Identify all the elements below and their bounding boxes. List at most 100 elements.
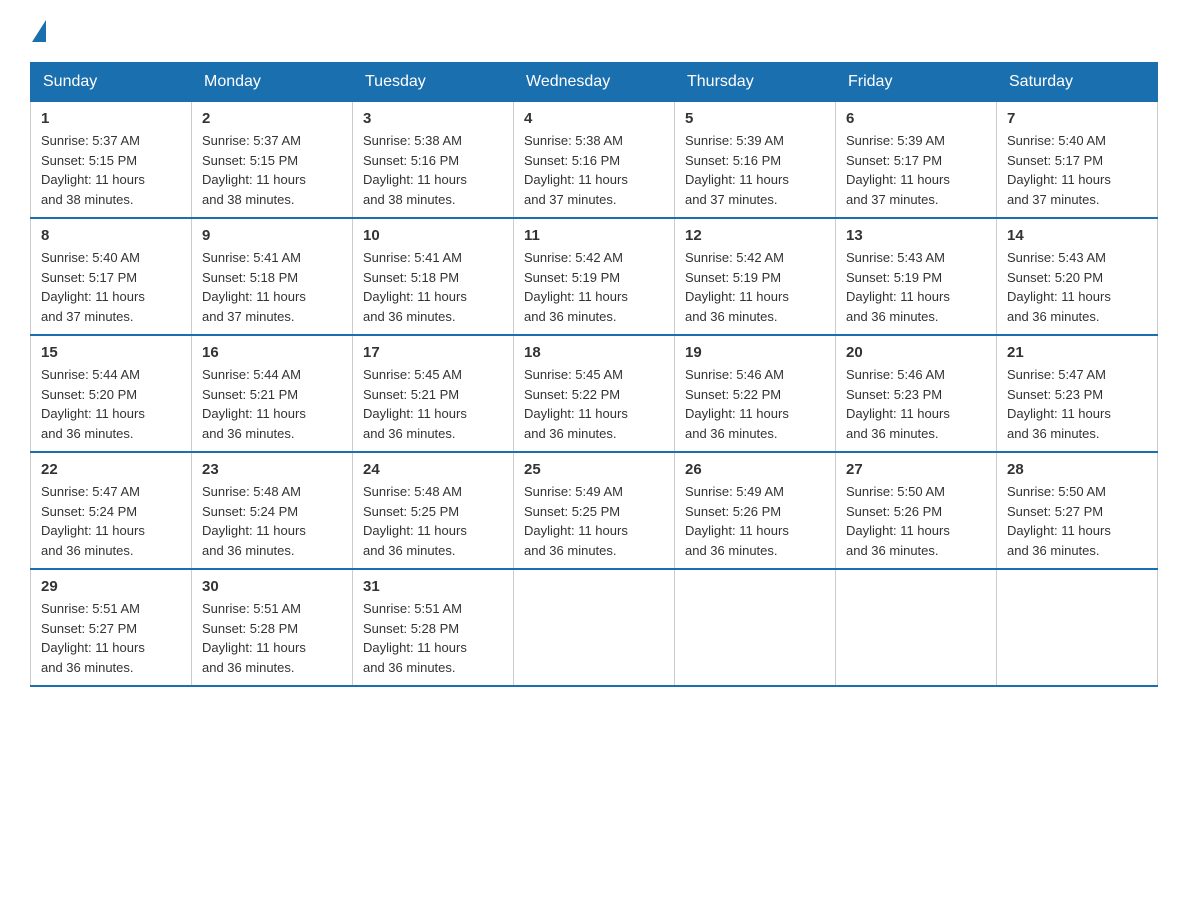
day-number: 10 xyxy=(363,227,503,244)
calendar-header-row: SundayMondayTuesdayWednesdayThursdayFrid… xyxy=(31,63,1158,102)
calendar-cell: 3 Sunrise: 5:38 AMSunset: 5:16 PMDaylight… xyxy=(353,102,514,219)
calendar-cell: 9 Sunrise: 5:41 AMSunset: 5:18 PMDaylight… xyxy=(192,218,353,335)
day-number: 17 xyxy=(363,344,503,361)
day-number: 2 xyxy=(202,110,342,127)
day-info: Sunrise: 5:40 AMSunset: 5:17 PMDaylight:… xyxy=(41,248,181,326)
day-info: Sunrise: 5:51 AMSunset: 5:27 PMDaylight:… xyxy=(41,599,181,677)
day-number: 19 xyxy=(685,344,825,361)
calendar-cell xyxy=(675,569,836,686)
day-info: Sunrise: 5:45 AMSunset: 5:21 PMDaylight:… xyxy=(363,365,503,443)
day-info: Sunrise: 5:51 AMSunset: 5:28 PMDaylight:… xyxy=(363,599,503,677)
day-info: Sunrise: 5:48 AMSunset: 5:25 PMDaylight:… xyxy=(363,482,503,560)
calendar-cell: 10 Sunrise: 5:41 AMSunset: 5:18 PMDayligh… xyxy=(353,218,514,335)
day-number: 22 xyxy=(41,461,181,478)
day-info: Sunrise: 5:37 AMSunset: 5:15 PMDaylight:… xyxy=(202,131,342,209)
day-number: 8 xyxy=(41,227,181,244)
day-number: 5 xyxy=(685,110,825,127)
column-header-tuesday: Tuesday xyxy=(353,63,514,102)
day-info: Sunrise: 5:42 AMSunset: 5:19 PMDaylight:… xyxy=(524,248,664,326)
calendar-cell xyxy=(836,569,997,686)
calendar-cell: 29 Sunrise: 5:51 AMSunset: 5:27 PMDayligh… xyxy=(31,569,192,686)
calendar-cell: 22 Sunrise: 5:47 AMSunset: 5:24 PMDayligh… xyxy=(31,452,192,569)
column-header-saturday: Saturday xyxy=(997,63,1158,102)
calendar-week-2: 8 Sunrise: 5:40 AMSunset: 5:17 PMDaylight… xyxy=(31,218,1158,335)
day-info: Sunrise: 5:49 AMSunset: 5:26 PMDaylight:… xyxy=(685,482,825,560)
calendar-cell: 5Sunrise: 5:39 AMSunset: 5:16 PMDaylight… xyxy=(675,102,836,219)
day-info: Sunrise: 5:45 AMSunset: 5:22 PMDaylight:… xyxy=(524,365,664,443)
calendar-cell: 15 Sunrise: 5:44 AMSunset: 5:20 PMDayligh… xyxy=(31,335,192,452)
day-number: 1 xyxy=(41,110,181,127)
day-info: Sunrise: 5:38 AMSunset: 5:16 PMDaylight:… xyxy=(363,131,503,209)
column-header-thursday: Thursday xyxy=(675,63,836,102)
day-info: Sunrise: 5:43 AMSunset: 5:19 PMDaylight:… xyxy=(846,248,986,326)
column-header-friday: Friday xyxy=(836,63,997,102)
calendar-cell: 30 Sunrise: 5:51 AMSunset: 5:28 PMDayligh… xyxy=(192,569,353,686)
day-number: 18 xyxy=(524,344,664,361)
day-info: Sunrise: 5:42 AMSunset: 5:19 PMDaylight:… xyxy=(685,248,825,326)
calendar-cell: 17 Sunrise: 5:45 AMSunset: 5:21 PMDayligh… xyxy=(353,335,514,452)
calendar-cell: 1 Sunrise: 5:37 AMSunset: 5:15 PMDaylight… xyxy=(31,102,192,219)
calendar-week-5: 29 Sunrise: 5:51 AMSunset: 5:27 PMDayligh… xyxy=(31,569,1158,686)
day-number: 25 xyxy=(524,461,664,478)
calendar-cell xyxy=(514,569,675,686)
day-number: 4 xyxy=(524,110,664,127)
column-header-sunday: Sunday xyxy=(31,63,192,102)
calendar-cell: 2 Sunrise: 5:37 AMSunset: 5:15 PMDaylight… xyxy=(192,102,353,219)
calendar-cell xyxy=(997,569,1158,686)
calendar-cell: 12 Sunrise: 5:42 AMSunset: 5:19 PMDayligh… xyxy=(675,218,836,335)
day-number: 12 xyxy=(685,227,825,244)
calendar-cell: 19 Sunrise: 5:46 AMSunset: 5:22 PMDayligh… xyxy=(675,335,836,452)
column-header-wednesday: Wednesday xyxy=(514,63,675,102)
day-number: 13 xyxy=(846,227,986,244)
calendar-cell: 13 Sunrise: 5:43 AMSunset: 5:19 PMDayligh… xyxy=(836,218,997,335)
day-number: 28 xyxy=(1007,461,1147,478)
calendar-cell: 11 Sunrise: 5:42 AMSunset: 5:19 PMDayligh… xyxy=(514,218,675,335)
day-info: Sunrise: 5:50 AMSunset: 5:27 PMDaylight:… xyxy=(1007,482,1147,560)
logo-text xyxy=(30,20,46,44)
calendar-cell: 26 Sunrise: 5:49 AMSunset: 5:26 PMDayligh… xyxy=(675,452,836,569)
day-info: Sunrise: 5:50 AMSunset: 5:26 PMDaylight:… xyxy=(846,482,986,560)
day-info: Sunrise: 5:40 AMSunset: 5:17 PMDaylight:… xyxy=(1007,131,1147,209)
day-number: 9 xyxy=(202,227,342,244)
page-header xyxy=(30,20,1158,42)
day-info: Sunrise: 5:48 AMSunset: 5:24 PMDaylight:… xyxy=(202,482,342,560)
calendar-cell: 25 Sunrise: 5:49 AMSunset: 5:25 PMDayligh… xyxy=(514,452,675,569)
logo xyxy=(30,20,46,42)
calendar-week-4: 22 Sunrise: 5:47 AMSunset: 5:24 PMDayligh… xyxy=(31,452,1158,569)
day-info: Sunrise: 5:51 AMSunset: 5:28 PMDaylight:… xyxy=(202,599,342,677)
day-number: 26 xyxy=(685,461,825,478)
day-info: Sunrise: 5:49 AMSunset: 5:25 PMDaylight:… xyxy=(524,482,664,560)
day-number: 30 xyxy=(202,578,342,595)
logo-triangle-icon xyxy=(32,20,46,42)
day-info: Sunrise: 5:47 AMSunset: 5:24 PMDaylight:… xyxy=(41,482,181,560)
day-info: Sunrise: 5:41 AMSunset: 5:18 PMDaylight:… xyxy=(202,248,342,326)
calendar-cell: 14 Sunrise: 5:43 AMSunset: 5:20 PMDayligh… xyxy=(997,218,1158,335)
calendar-cell: 23Sunrise: 5:48 AMSunset: 5:24 PMDayligh… xyxy=(192,452,353,569)
day-number: 21 xyxy=(1007,344,1147,361)
day-number: 14 xyxy=(1007,227,1147,244)
calendar-table: SundayMondayTuesdayWednesdayThursdayFrid… xyxy=(30,62,1158,687)
day-info: Sunrise: 5:37 AMSunset: 5:15 PMDaylight:… xyxy=(41,131,181,209)
calendar-cell: 27 Sunrise: 5:50 AMSunset: 5:26 PMDayligh… xyxy=(836,452,997,569)
day-info: Sunrise: 5:43 AMSunset: 5:20 PMDaylight:… xyxy=(1007,248,1147,326)
day-number: 29 xyxy=(41,578,181,595)
day-info: Sunrise: 5:41 AMSunset: 5:18 PMDaylight:… xyxy=(363,248,503,326)
day-number: 27 xyxy=(846,461,986,478)
day-info: Sunrise: 5:46 AMSunset: 5:23 PMDaylight:… xyxy=(846,365,986,443)
day-number: 24 xyxy=(363,461,503,478)
day-info: Sunrise: 5:38 AMSunset: 5:16 PMDaylight:… xyxy=(524,131,664,209)
day-info: Sunrise: 5:44 AMSunset: 5:20 PMDaylight:… xyxy=(41,365,181,443)
calendar-cell: 18 Sunrise: 5:45 AMSunset: 5:22 PMDayligh… xyxy=(514,335,675,452)
day-number: 20 xyxy=(846,344,986,361)
calendar-cell: 6Sunrise: 5:39 AMSunset: 5:17 PMDaylight… xyxy=(836,102,997,219)
column-header-monday: Monday xyxy=(192,63,353,102)
day-info: Sunrise: 5:47 AMSunset: 5:23 PMDaylight:… xyxy=(1007,365,1147,443)
day-number: 15 xyxy=(41,344,181,361)
day-info: Sunrise: 5:46 AMSunset: 5:22 PMDaylight:… xyxy=(685,365,825,443)
day-number: 3 xyxy=(363,110,503,127)
day-number: 31 xyxy=(363,578,503,595)
calendar-cell: 28 Sunrise: 5:50 AMSunset: 5:27 PMDayligh… xyxy=(997,452,1158,569)
calendar-cell: 24 Sunrise: 5:48 AMSunset: 5:25 PMDayligh… xyxy=(353,452,514,569)
calendar-cell: 20 Sunrise: 5:46 AMSunset: 5:23 PMDayligh… xyxy=(836,335,997,452)
day-number: 11 xyxy=(524,227,664,244)
